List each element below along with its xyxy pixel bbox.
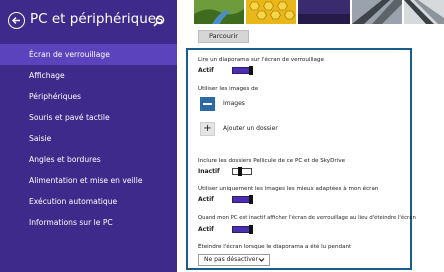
best-fit-state: Actif bbox=[198, 196, 214, 203]
toggle-knob bbox=[238, 167, 242, 176]
turn-off-select[interactable]: Ne pas désactiver bbox=[198, 254, 270, 266]
image-thumbnails bbox=[194, 0, 444, 24]
slideshow-label: Lire un diaporama sur l'écran de verroui… bbox=[198, 57, 324, 63]
inactive-pc-label: Quand mon PC est inactif afficher l'écra… bbox=[198, 215, 416, 221]
sidebar-item-devices[interactable]: Périphériques bbox=[0, 86, 177, 107]
use-images-label: Utiliser les images de bbox=[198, 86, 259, 92]
sidebar-nav: Écran de verrouillage Affichage Périphér… bbox=[0, 44, 177, 233]
sidebar-item-corners-edges[interactable]: Angles et bordures bbox=[0, 149, 177, 170]
thumbnail-honeycomb[interactable] bbox=[246, 0, 296, 24]
inactive-pc-toggle[interactable] bbox=[232, 225, 253, 234]
sidebar: PC et périphériques Écran de verrouillag… bbox=[0, 0, 177, 272]
sidebar-item-autoplay[interactable]: Exécution automatique bbox=[0, 191, 177, 212]
thumbnail-landscape[interactable] bbox=[194, 0, 244, 24]
include-camera-state: Inactif bbox=[198, 168, 220, 175]
sidebar-header: PC et périphériques bbox=[8, 10, 168, 32]
sidebar-item-power-sleep[interactable]: Alimentation et mise en veille bbox=[0, 170, 177, 191]
thumbnail-architecture[interactable] bbox=[404, 0, 444, 24]
plus-icon[interactable]: + bbox=[200, 122, 215, 136]
toggle-knob bbox=[249, 195, 253, 204]
turn-off-label: Éteindre l'écran lorsque le diaporama a … bbox=[198, 244, 352, 250]
turn-off-value: Ne pas désactiver bbox=[204, 256, 258, 263]
toggle-knob bbox=[249, 66, 253, 75]
slideshow-state: Actif bbox=[198, 67, 214, 74]
sidebar-title: PC et périphériques bbox=[30, 11, 164, 27]
sidebar-item-display[interactable]: Affichage bbox=[0, 65, 177, 86]
sidebar-item-typing[interactable]: Saisie bbox=[0, 128, 177, 149]
include-camera-toggle[interactable] bbox=[232, 167, 252, 176]
chevron-down-icon bbox=[258, 258, 265, 262]
best-fit-label: Utiliser uniquement les images les mieux… bbox=[198, 186, 379, 192]
back-arrow-icon[interactable] bbox=[8, 12, 25, 29]
best-fit-toggle[interactable] bbox=[232, 195, 253, 204]
search-icon[interactable] bbox=[152, 14, 166, 28]
folder-bar-icon[interactable] bbox=[200, 97, 215, 111]
thumbnail-purple[interactable] bbox=[298, 0, 350, 24]
sidebar-item-lock-screen[interactable]: Écran de verrouillage bbox=[0, 44, 177, 65]
slideshow-toggle[interactable] bbox=[232, 66, 253, 75]
inactive-pc-state: Actif bbox=[198, 226, 214, 233]
sidebar-item-pc-info[interactable]: Informations sur le PC bbox=[0, 212, 177, 233]
folder-images-label[interactable]: Images bbox=[223, 100, 245, 107]
thumbnail-road[interactable] bbox=[352, 0, 402, 24]
add-folder-label[interactable]: Ajouter un dossier bbox=[223, 125, 278, 132]
toggle-track bbox=[232, 168, 252, 175]
browse-button[interactable]: Parcourir bbox=[198, 30, 249, 43]
toggle-knob bbox=[249, 225, 253, 234]
slideshow-settings-panel: Lire un diaporama sur l'écran de verroui… bbox=[186, 48, 416, 270]
include-camera-label: Inclure les dossiers Pellicule de ce PC … bbox=[198, 158, 346, 164]
main-content: Parcourir Lire un diaporama sur l'écran … bbox=[177, 0, 444, 272]
sidebar-item-mouse-touchpad[interactable]: Souris et pavé tactile bbox=[0, 107, 177, 128]
